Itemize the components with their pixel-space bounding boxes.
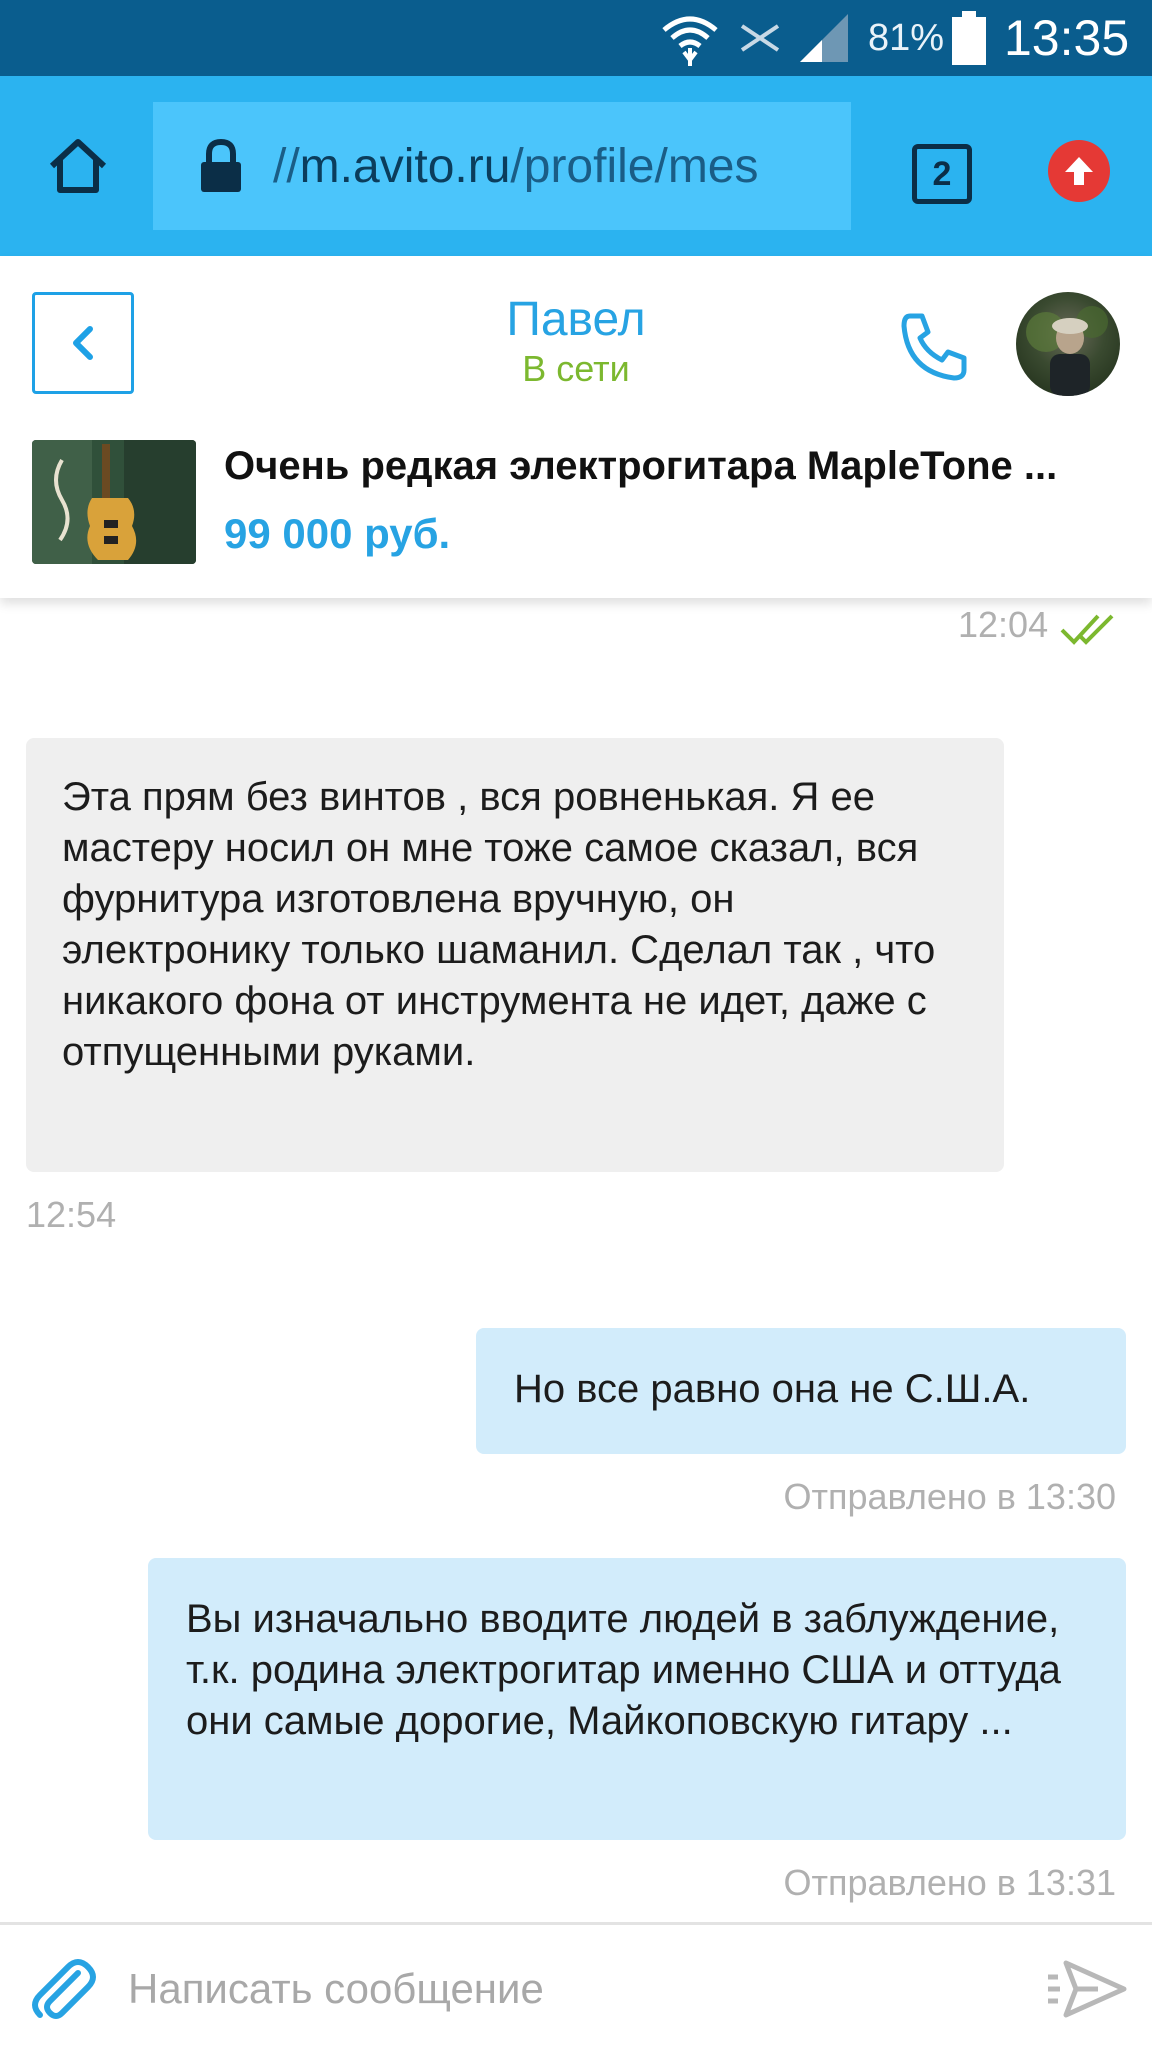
update-button[interactable]	[1048, 140, 1110, 202]
message-list[interactable]: 12:04 Эта прям без винтов , вся ровненьк…	[0, 598, 1152, 1922]
home-icon	[49, 139, 107, 193]
incoming-message[interactable]: Эта прям без винтов , вся ровненькая. Я …	[26, 738, 1004, 1172]
outgoing-message[interactable]: Вы изначально вводите людей в заблуждени…	[148, 1558, 1126, 1840]
send-icon	[1048, 1960, 1127, 2018]
attach-icon	[32, 1959, 96, 2019]
url-path: /profile/mes	[510, 139, 759, 193]
lock-icon	[201, 138, 241, 192]
message-time: 12:04	[958, 604, 1049, 645]
home-button[interactable]	[40, 128, 116, 204]
no-sim-icon	[738, 0, 788, 76]
address-bar[interactable]: //m.avito.ru/profile/mes	[153, 102, 851, 230]
outgoing-message[interactable]: Но все равно она не С.Ш.А.	[476, 1328, 1126, 1454]
ad-title[interactable]: Очень редкая электрогитара MapleTone ...	[224, 444, 1124, 489]
attach-button[interactable]	[28, 1955, 98, 2025]
message-time: Отправлено в 13:31	[783, 1862, 1116, 1903]
phone-icon	[901, 313, 967, 381]
chat-header: Павел В сети Очень редкая электрогитара …	[0, 256, 1152, 598]
browser-toolbar: //m.avito.ru/profile/mes 2	[0, 76, 1152, 256]
call-button[interactable]	[896, 308, 972, 384]
contact-name: Павел	[506, 293, 646, 346]
url-text: //m.avito.ru/profile/mes	[273, 139, 759, 194]
url-prefix: //	[273, 139, 300, 193]
battery-percent: 81%	[868, 16, 945, 59]
signal-icon	[796, 0, 854, 76]
message-input[interactable]	[128, 1951, 1008, 2027]
tab-count: 2	[932, 154, 952, 193]
tabs-button[interactable]: 2	[912, 144, 972, 204]
wifi-icon	[660, 0, 724, 76]
battery-icon	[952, 0, 988, 76]
contact-status: В сети	[522, 348, 630, 389]
avatar[interactable]	[1016, 292, 1120, 396]
clock: 13:35	[1004, 10, 1130, 66]
double-check-icon	[1060, 614, 1114, 645]
ad-thumbnail[interactable]	[32, 440, 196, 564]
update-icon	[1065, 157, 1093, 185]
message-time: 12:54	[26, 1194, 117, 1235]
message-composer	[0, 1922, 1152, 2048]
ad-price: 99 000 руб.	[224, 510, 451, 557]
send-button[interactable]	[1046, 1957, 1128, 2021]
url-domain: m.avito.ru	[299, 139, 511, 193]
status-bar: 81% 13:35	[0, 0, 1152, 76]
message-time: Отправлено в 13:30	[783, 1476, 1116, 1517]
